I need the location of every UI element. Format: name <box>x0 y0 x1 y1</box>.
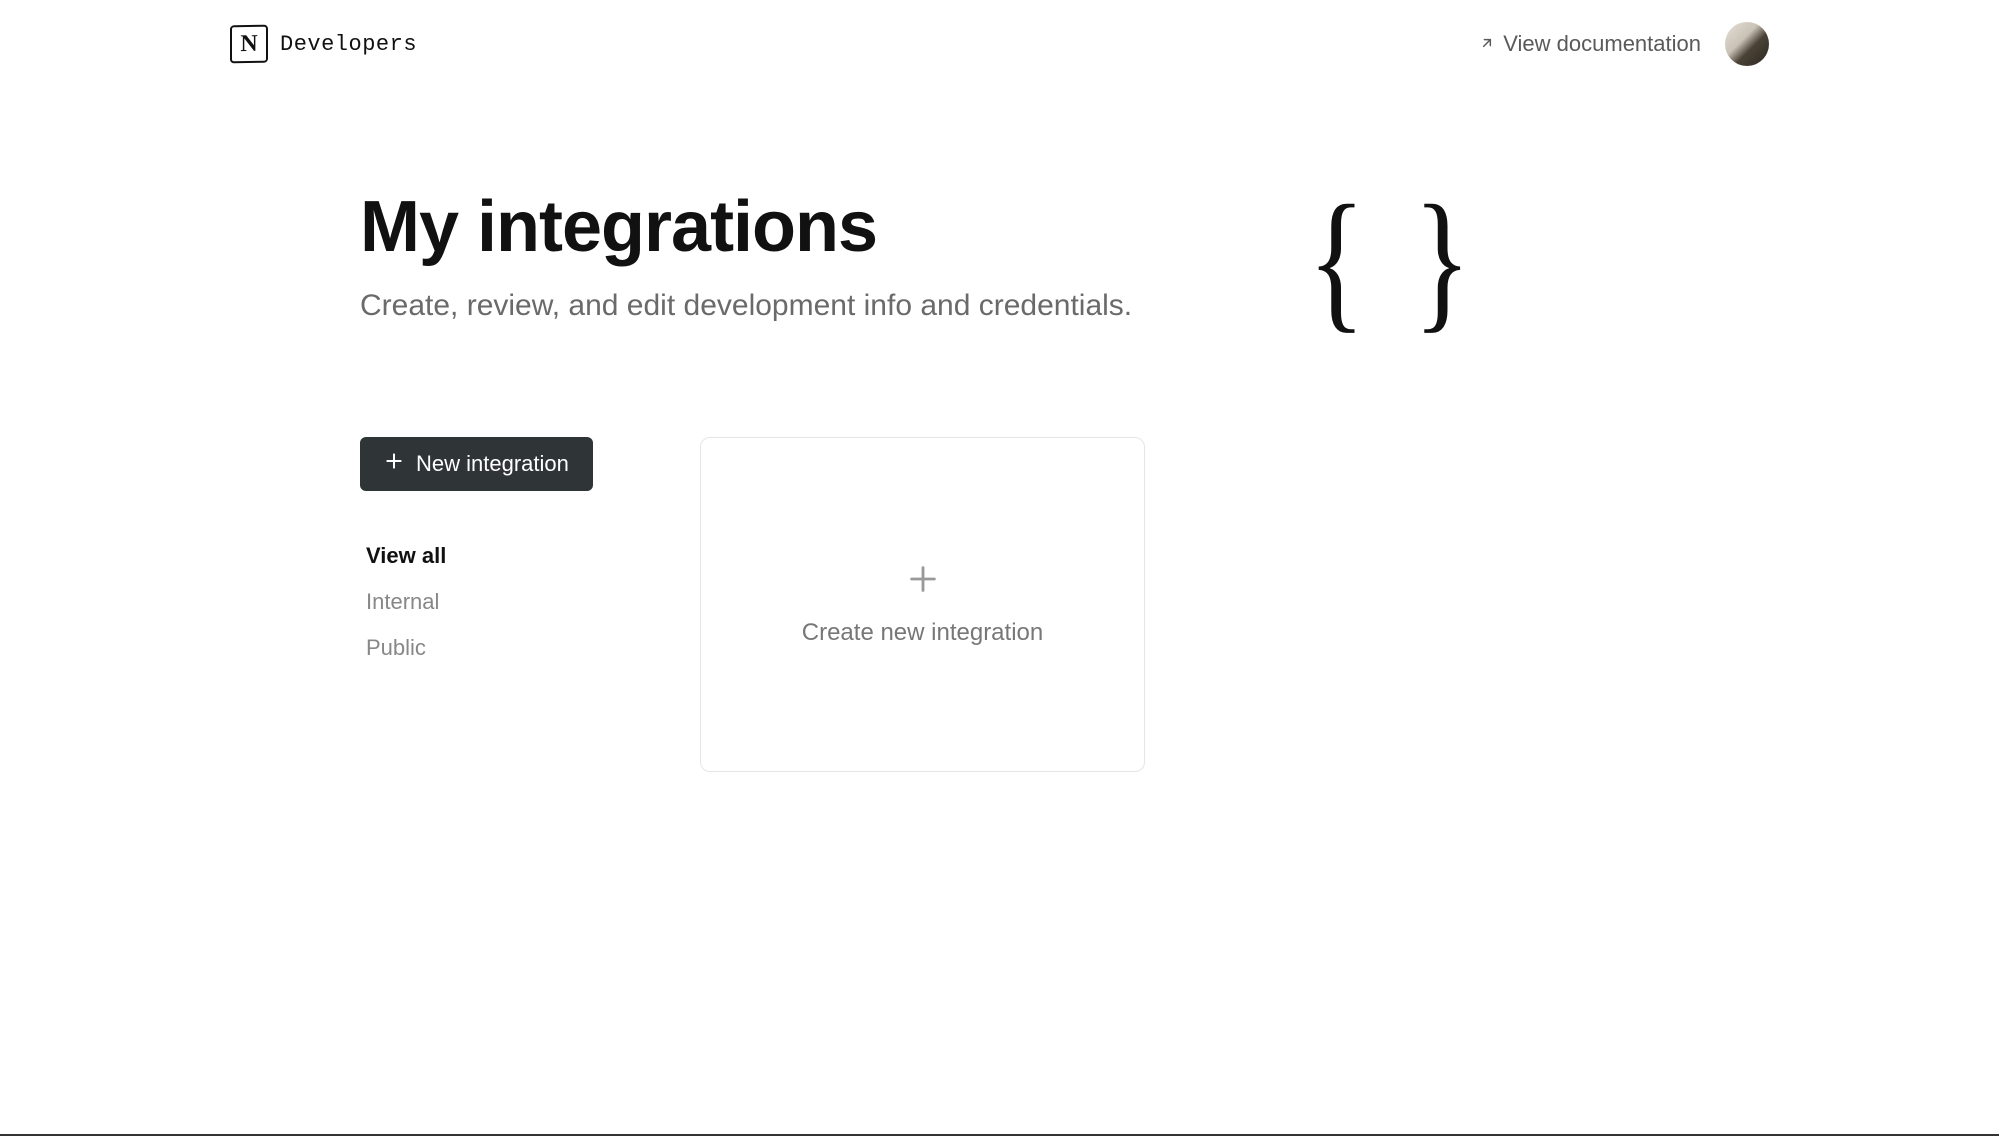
hero-text: My integrations Create, review, and edit… <box>360 188 1132 327</box>
content: My integrations Create, review, and edit… <box>0 88 1999 772</box>
brand-label: Developers <box>280 32 417 57</box>
external-link-icon <box>1479 31 1495 57</box>
hero: My integrations Create, review, and edit… <box>360 188 1639 327</box>
filter-label: View all <box>366 543 446 568</box>
page-title: My integrations <box>360 188 1132 267</box>
create-integration-card[interactable]: Create new integration <box>700 437 1145 772</box>
sidebar: New integration View all Internal Public <box>360 437 620 671</box>
notion-logo-letter: N <box>240 32 257 56</box>
curly-braces-icon: {} <box>1308 188 1639 320</box>
new-integration-label: New integration <box>416 451 569 477</box>
header-right: View documentation <box>1479 22 1769 66</box>
new-integration-button[interactable]: New integration <box>360 437 593 491</box>
filter-label: Internal <box>366 589 439 614</box>
plus-icon <box>906 562 940 601</box>
header: N Developers View documentation <box>0 0 1999 88</box>
filter-label: Public <box>366 635 426 660</box>
notion-logo[interactable]: N <box>230 25 268 64</box>
header-left: N Developers <box>230 25 417 63</box>
avatar[interactable] <box>1725 22 1769 66</box>
main-area: New integration View all Internal Public… <box>360 437 1639 772</box>
create-integration-label: Create new integration <box>802 619 1043 647</box>
view-documentation-link[interactable]: View documentation <box>1479 31 1701 57</box>
page-subtitle: Create, review, and edit development inf… <box>360 285 1132 327</box>
filter-public[interactable]: Public <box>360 625 620 671</box>
filter-view-all[interactable]: View all <box>360 533 620 579</box>
filter-internal[interactable]: Internal <box>360 579 620 625</box>
view-documentation-label: View documentation <box>1503 31 1701 57</box>
plus-icon <box>384 451 404 477</box>
